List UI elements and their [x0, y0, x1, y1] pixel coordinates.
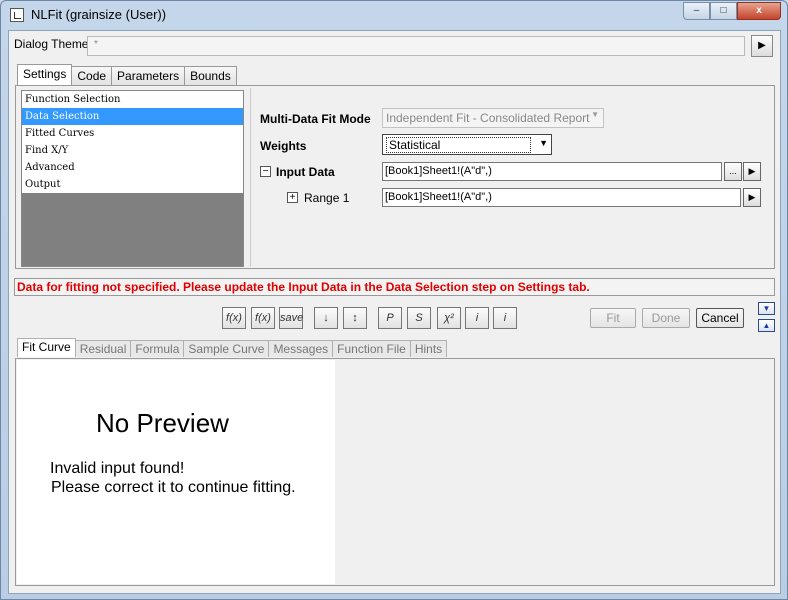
tab-fit-curve[interactable]: Fit Curve [17, 338, 76, 357]
tree-item-output[interactable]: Output [22, 176, 243, 193]
save-icon[interactable]: save [279, 307, 303, 329]
app-icon [10, 8, 24, 22]
expand-icon[interactable]: + [287, 192, 298, 203]
range-1-field[interactable]: [Book1]Sheet1!(A"d",) [382, 188, 741, 207]
error-message: Data for fitting not specified. Please u… [14, 278, 775, 296]
maximize-button[interactable]: □ [710, 2, 737, 20]
fit-mode-value: Independent Fit - Consolidated Report [386, 111, 590, 125]
dialog-client: Dialog Theme * ▶ Settings Code Parameter… [8, 30, 781, 594]
title-bar: NLFit (grainsize (User)) – □ x [1, 1, 787, 29]
range-1-label: Range 1 [304, 191, 350, 205]
done-button[interactable]: Done [642, 308, 690, 328]
tab-code[interactable]: Code [71, 66, 113, 85]
tab-settings[interactable]: Settings [17, 64, 73, 85]
weights-label: Weights [260, 139, 307, 153]
cancel-button[interactable]: Cancel [696, 308, 744, 328]
close-button[interactable]: x [737, 2, 781, 20]
collapse-icon[interactable]: − [260, 166, 271, 177]
collapse-down-icon[interactable]: ▼ [758, 302, 775, 315]
tab-bounds[interactable]: Bounds [184, 66, 237, 85]
sort-updown-icon[interactable]: ↕ [343, 307, 367, 329]
invalid-input-message: Invalid input found! [50, 460, 185, 477]
chevron-down-icon: ▼ [539, 138, 548, 148]
window-title: NLFit (grainsize (User)) [31, 7, 167, 22]
tree-item-find-xy[interactable]: Find X/Y [22, 142, 243, 159]
tab-hints[interactable]: Hints [409, 340, 448, 357]
minimize-button[interactable]: – [683, 2, 710, 20]
tab-messages[interactable]: Messages [268, 340, 334, 357]
param-init-icon[interactable]: P [378, 307, 402, 329]
tree-item-advanced[interactable]: Advanced [22, 159, 243, 176]
function-file-icon[interactable]: f(x) [251, 307, 275, 329]
tree-item-data-selection[interactable]: Data Selection [22, 108, 243, 125]
fit-mode-label: Multi-Data Fit Mode [260, 112, 371, 126]
tree-item-fitted-curves[interactable]: Fitted Curves [22, 125, 243, 142]
no-preview-title: No Preview [96, 408, 229, 438]
window-controls: – □ x [683, 2, 781, 20]
range-1-arrow-button[interactable]: ▶ [743, 188, 761, 207]
input-data-field[interactable]: [Book1]Sheet1!(A"d",) [382, 162, 722, 181]
weights-value: Statistical [386, 137, 531, 153]
fit-mode-select: Independent Fit - Consolidated Report ▼ [382, 108, 604, 128]
tab-sample-curve[interactable]: Sample Curve [183, 340, 270, 357]
input-data-arrow-button[interactable]: ▶ [743, 162, 761, 181]
dialog-theme-label: Dialog Theme [14, 37, 89, 51]
tab-residual[interactable]: Residual [74, 340, 132, 357]
sort-down-icon[interactable]: ↓ [314, 307, 338, 329]
data-selection-form: Multi-Data Fit Mode Independent Fit - Co… [250, 88, 773, 267]
settings-tree: Function Selection Data Selection Fitted… [21, 90, 244, 267]
one-iteration-icon[interactable]: i [465, 307, 489, 329]
tab-parameters[interactable]: Parameters [111, 66, 186, 85]
preview-panel: No Preview Invalid input found! Please c… [15, 358, 775, 586]
function-icon[interactable]: f(x) [222, 307, 246, 329]
fit-until-converged-icon[interactable]: i [493, 307, 517, 329]
chevron-down-icon: ▼ [591, 110, 599, 119]
settings-tree-list: Function Selection Data Selection Fitted… [22, 91, 243, 193]
preview-area: No Preview Invalid input found! Please c… [17, 360, 335, 584]
tab-function-file[interactable]: Function File [332, 340, 411, 357]
weights-select[interactable]: Statistical ▼ [382, 134, 552, 155]
bottom-tab-bar: Fit Curve Residual Formula Sample Curve … [17, 338, 448, 357]
simplex-icon[interactable]: S [407, 307, 431, 329]
dialog-theme-arrow-button[interactable]: ▶ [751, 35, 773, 57]
input-data-label: Input Data [276, 165, 335, 179]
chi-square-icon[interactable]: χ² [437, 307, 461, 329]
correct-input-message: Please correct it to continue fitting. [51, 479, 296, 496]
tab-formula[interactable]: Formula [130, 340, 185, 357]
settings-panel: Function Selection Data Selection Fitted… [15, 85, 775, 269]
collapse-up-icon[interactable]: ▲ [758, 319, 775, 332]
dialog-theme-field[interactable]: * [87, 36, 745, 56]
browse-button[interactable]: ... [724, 162, 742, 181]
nlfit-window: NLFit (grainsize (User)) – □ x Dialog Th… [0, 0, 788, 600]
fit-button[interactable]: Fit [590, 308, 636, 328]
tree-item-function-selection[interactable]: Function Selection [22, 91, 243, 108]
top-tab-bar: Settings Code Parameters Bounds [17, 64, 237, 85]
